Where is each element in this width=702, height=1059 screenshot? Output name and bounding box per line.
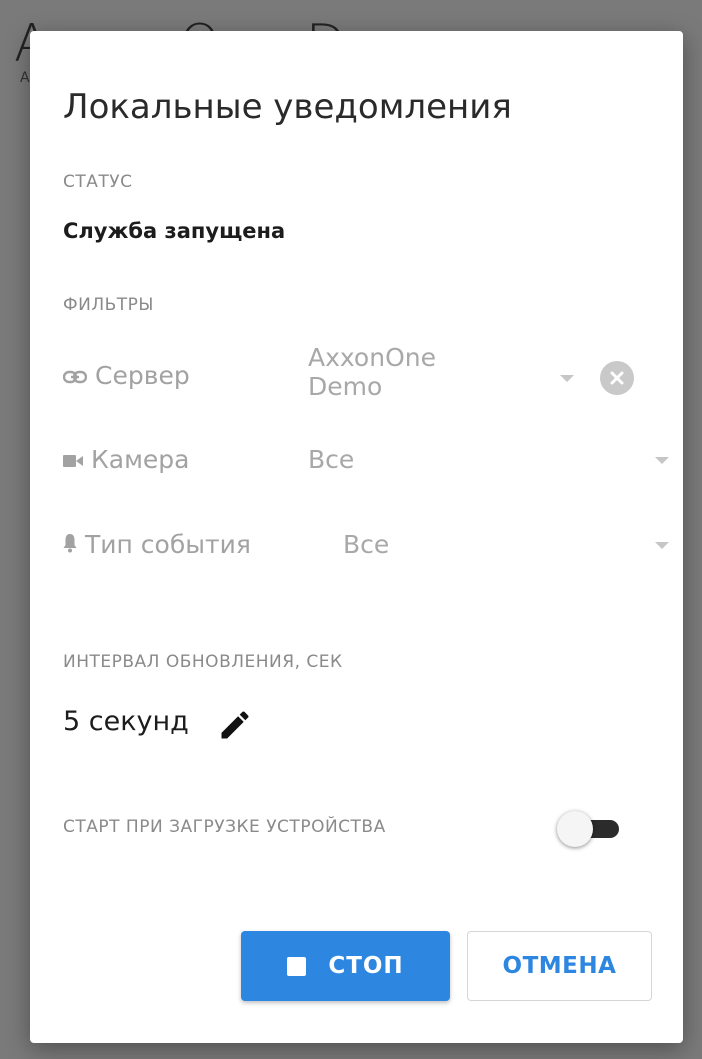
camera-filter-row[interactable]: Камера Все [63, 439, 669, 489]
camera-dropdown-arrow-icon[interactable] [655, 457, 669, 464]
server-dropdown-arrow-icon[interactable] [560, 375, 574, 382]
server-filter-label: Сервер [62, 361, 190, 390]
cancel-button-label: ОТМЕНА [502, 953, 617, 979]
status-section-label: СТАТУС [63, 172, 133, 192]
autostart-toggle[interactable] [557, 808, 621, 848]
toggle-thumb [557, 811, 593, 847]
event-type-select-value[interactable]: Все [343, 530, 389, 559]
status-value: Служба запущена [63, 219, 286, 243]
interval-section-label: ИНТЕРВАЛ ОБНОВЛЕНИЯ, СЕК [63, 652, 343, 672]
bell-icon [63, 530, 77, 559]
autostart-label: СТАРТ ПРИ ЗАГРУЗКЕ УСТРОЙСТВА [63, 817, 386, 837]
background-subtitle: A [20, 70, 30, 86]
event-type-dropdown-arrow-icon[interactable] [655, 542, 669, 549]
camera-select-value[interactable]: Все [308, 445, 354, 474]
camera-filter-label: Камера [63, 445, 190, 474]
server-clear-button[interactable] [600, 361, 634, 395]
event-type-filter-label: Тип события [63, 530, 251, 559]
server-select-value[interactable]: AxxonOne Demo [308, 343, 508, 401]
event-type-label-text: Тип события [85, 530, 251, 559]
interval-value: 5 секунд [63, 706, 189, 737]
cancel-button[interactable]: ОТМЕНА [467, 931, 652, 1001]
server-filter-row[interactable]: Сервер AxxonOne Demo [62, 341, 653, 416]
stop-icon [287, 956, 307, 976]
dialog-title: Локальные уведомления [63, 87, 512, 127]
filters-section-label: ФИЛЬТРЫ [63, 295, 154, 315]
stop-button[interactable]: СТОП [241, 931, 450, 1001]
stop-button-label: СТОП [328, 953, 404, 979]
close-icon [610, 371, 624, 385]
camera-label-text: Камера [91, 445, 190, 474]
link-icon [62, 361, 88, 390]
pencil-icon[interactable] [217, 707, 253, 747]
server-label-text: Сервер [95, 361, 190, 390]
camera-icon [63, 445, 83, 474]
event-type-filter-row[interactable]: Тип события Все [63, 524, 669, 574]
notifications-dialog: Локальные уведомления СТАТУС Служба запу… [30, 31, 683, 1043]
